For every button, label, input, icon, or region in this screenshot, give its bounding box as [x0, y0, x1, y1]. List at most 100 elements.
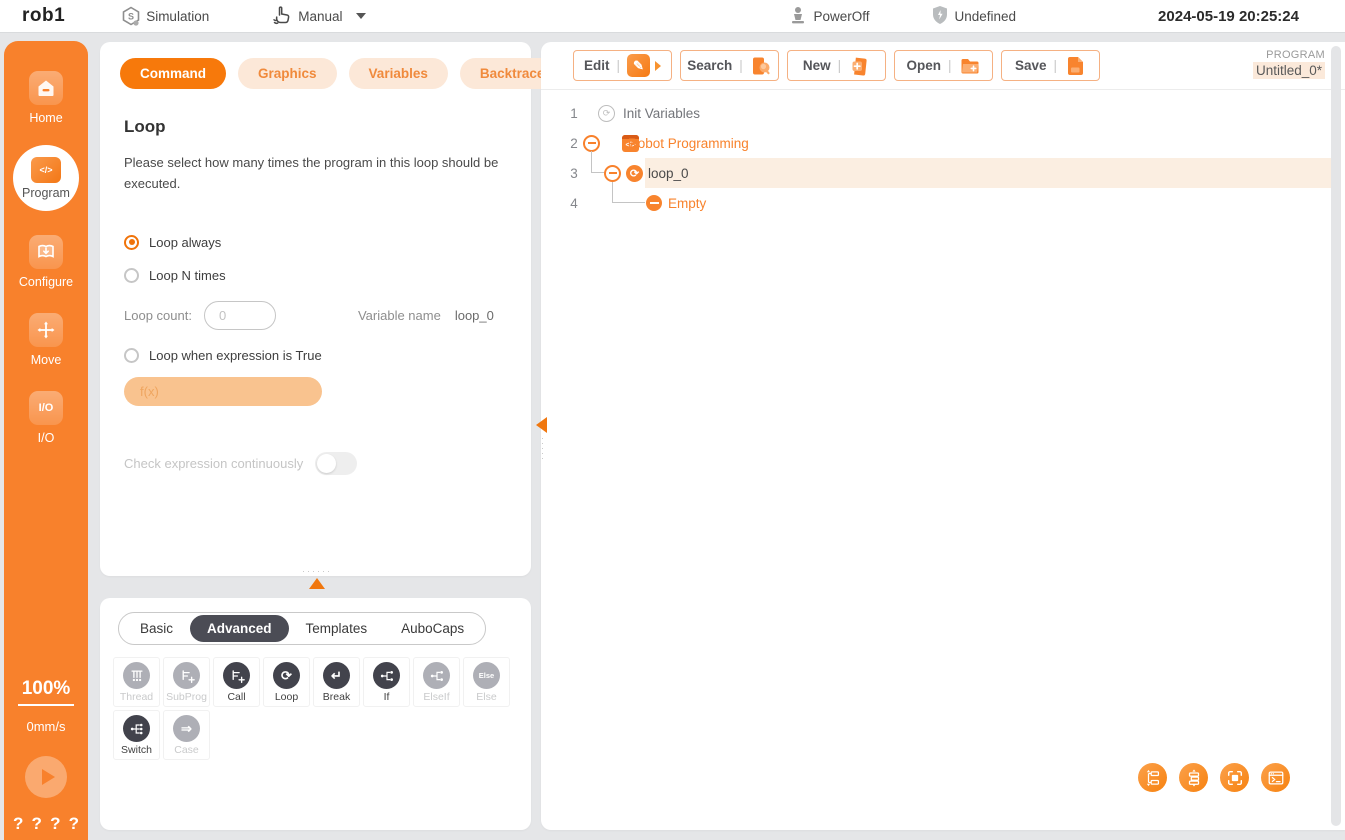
robot-name: rob1 [22, 5, 65, 27]
tile-else: Else Else [463, 657, 510, 707]
horizontal-splitter-handle[interactable]: ······ [294, 567, 340, 589]
tile-if[interactable]: If [363, 657, 410, 707]
collapse-toggle-icon[interactable] [604, 165, 621, 182]
collapse-toggle-icon[interactable] [583, 135, 600, 152]
vertical-splitter-handle[interactable]: ····· [536, 417, 547, 461]
radio-loop-always[interactable]: Loop always [124, 235, 507, 250]
radio-loop-expression[interactable]: Loop when expression is True [124, 348, 507, 363]
script-console-button[interactable] [1261, 763, 1290, 792]
svg-text:S: S [128, 12, 134, 22]
sidebar-item-configure[interactable]: Configure [19, 235, 73, 289]
button-label: Edit [584, 58, 610, 73]
separator: | [1054, 58, 1058, 73]
line-number: 1 [568, 106, 580, 121]
shield-icon [931, 5, 949, 28]
tab-advanced[interactable]: Advanced [190, 615, 289, 642]
sidebar-item-label: Move [31, 353, 62, 367]
program-panel: Edit | ✎ Search | New | Open | [541, 42, 1345, 830]
tree-row-robot-programming[interactable]: 2 </> Robot Programming [541, 128, 1345, 158]
tree-scrollbar[interactable] [1331, 46, 1341, 826]
collapse-left-icon [536, 417, 547, 433]
mode-selector[interactable]: Manual [271, 4, 365, 29]
tab-basic[interactable]: Basic [123, 615, 190, 642]
button-label: Search [687, 58, 732, 73]
program-identity: PROGRAM Untitled_0* [1253, 49, 1325, 80]
expression-input[interactable] [124, 377, 322, 406]
separator: | [739, 58, 743, 73]
subprog-icon [173, 662, 200, 689]
tree-row-empty[interactable]: 4 Empty [541, 188, 1345, 218]
tile-thread: Thread [113, 657, 160, 707]
program-toolbar: Edit | ✎ Search | New | Open | [541, 42, 1345, 90]
search-button[interactable]: Search | [680, 50, 779, 81]
new-button[interactable]: New | [787, 50, 886, 81]
button-label: New [803, 58, 831, 73]
top-status-bar: rob1 S Simulation Manual PowerOff Undefi… [0, 0, 1345, 33]
help-question-icon[interactable]: ? [32, 814, 42, 834]
collapse-up-icon [309, 578, 325, 589]
tree-node-label: loop_0 [648, 166, 689, 181]
tab-variables[interactable]: Variables [349, 58, 448, 89]
sidebar-item-io[interactable]: I/O I/O [29, 391, 63, 445]
loop-count-input[interactable] [204, 301, 276, 330]
edit-button[interactable]: Edit | ✎ [573, 50, 672, 81]
line-number: 3 [568, 166, 580, 181]
break-icon: ↵ [323, 662, 350, 689]
robot-power-icon [788, 5, 808, 28]
tile-call[interactable]: Call [213, 657, 260, 707]
safety-status[interactable]: Undefined [931, 5, 1016, 28]
help-row: ? ? ? ? [13, 814, 79, 834]
else-icon: Else [473, 662, 500, 689]
radio-loop-n-times[interactable]: Loop N times [124, 268, 507, 283]
tab-aubocaps[interactable]: AuboCaps [384, 615, 481, 642]
check-expression-row: Check expression continuously [124, 452, 507, 475]
tile-break[interactable]: ↵ Break [313, 657, 360, 707]
help-question-icon[interactable]: ? [13, 814, 23, 834]
switch-branch-icon [123, 715, 150, 742]
tile-case: ⇒ Case [163, 710, 210, 760]
radio-unselected-icon[interactable] [124, 348, 139, 363]
help-question-icon[interactable]: ? [50, 814, 60, 834]
tile-label: Call [227, 691, 245, 703]
collapse-all-button[interactable] [1179, 763, 1208, 792]
program-label: PROGRAM [1253, 49, 1325, 61]
program-name[interactable]: Untitled_0* [1253, 62, 1325, 79]
power-status[interactable]: PowerOff [788, 5, 869, 28]
loop-description: Please select how many times the program… [124, 153, 516, 195]
check-expression-toggle[interactable] [315, 452, 357, 475]
radio-unselected-icon[interactable] [124, 268, 139, 283]
speed-percent[interactable]: 100% [18, 678, 75, 706]
sidebar-item-move[interactable]: Move [29, 313, 63, 367]
sidebar-item-home[interactable]: Home [29, 71, 63, 125]
toggle-knob [317, 454, 336, 473]
sidebar-item-label: Program [22, 186, 70, 200]
line-number: 4 [568, 196, 580, 211]
save-button[interactable]: Save | [1001, 50, 1100, 81]
focus-selection-button[interactable] [1220, 763, 1249, 792]
tile-loop[interactable]: ⟳ Loop [263, 657, 310, 707]
help-question-icon[interactable]: ? [69, 814, 79, 834]
open-button[interactable]: Open | [894, 50, 993, 81]
expand-all-button[interactable] [1138, 763, 1167, 792]
sidebar-item-label: I/O [38, 431, 55, 445]
tab-templates[interactable]: Templates [289, 615, 385, 642]
tile-subprog: SubProg [163, 657, 210, 707]
radio-selected-icon[interactable] [124, 235, 139, 250]
command-tile-grid: Thread SubProg Call ⟳ Loop ↵ Break [113, 657, 513, 760]
tree-row-loop0[interactable]: 3 ⟳ loop_0 [541, 158, 1345, 188]
open-folder-icon [959, 55, 981, 77]
library-tabs: Basic Advanced Templates AuboCaps [118, 612, 486, 645]
tree-row-init-variables[interactable]: 1 ⟳ Init Variables [541, 98, 1345, 128]
tile-switch[interactable]: Switch [113, 710, 160, 760]
tree-connector [612, 182, 645, 203]
tile-label: If [384, 691, 390, 703]
tree-node-label: Empty [668, 196, 706, 211]
simulation-status[interactable]: S Simulation [121, 6, 209, 26]
sidebar-item-program[interactable]: </> Program [13, 145, 79, 211]
simulation-icon: S [121, 6, 141, 26]
tab-command[interactable]: Command [120, 58, 226, 89]
tab-graphics[interactable]: Graphics [238, 58, 337, 89]
play-button[interactable] [25, 756, 67, 798]
play-icon [42, 769, 55, 785]
button-label: Save [1015, 58, 1047, 73]
